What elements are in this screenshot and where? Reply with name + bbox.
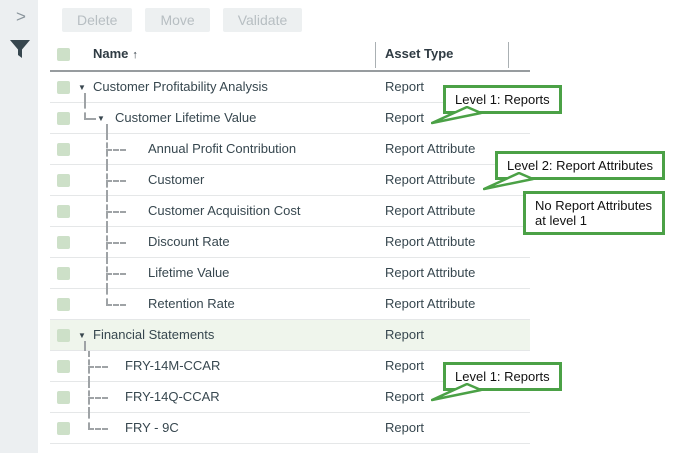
table-row[interactable]: FRY - 9C Report	[50, 413, 530, 444]
row-checkbox[interactable]	[57, 143, 70, 156]
callout-tail	[431, 106, 483, 125]
column-header-asset-type[interactable]: Asset Type	[385, 46, 453, 61]
row-checkbox[interactable]	[57, 81, 70, 94]
table-row[interactable]: Customer Report Attribute	[50, 165, 530, 196]
row-name-label: FRY - 9C	[125, 413, 179, 443]
move-button[interactable]: Move	[145, 8, 209, 32]
toolbar: Delete Move Validate	[62, 8, 302, 32]
sidebar-expand-icon[interactable]: >	[11, 6, 31, 28]
tree-connector-line	[84, 93, 86, 103]
column-resize-handle[interactable]	[375, 42, 376, 68]
expand-arrow-icon[interactable]: ▼	[78, 331, 86, 340]
tree-connector-line	[106, 304, 126, 306]
row-checkbox[interactable]	[57, 236, 70, 249]
expand-arrow-icon[interactable]: ▼	[78, 83, 86, 92]
row-asset-type: Report	[385, 413, 424, 443]
filter-sidebar: >	[0, 0, 38, 453]
table-row[interactable]: Lifetime Value Report Attribute	[50, 258, 530, 289]
row-checkbox[interactable]	[57, 422, 70, 435]
tree-connector-line	[88, 366, 108, 368]
row-asset-type: Report	[385, 72, 424, 102]
row-name-label: Customer Lifetime Value	[115, 103, 256, 133]
callout-text: Level 2: Report Attributes	[507, 158, 653, 173]
sort-ascending-icon: ↑	[132, 49, 138, 61]
row-asset-type: Report Attribute	[385, 165, 475, 195]
column-resize-handle[interactable]	[508, 42, 509, 68]
row-asset-type: Report Attribute	[385, 227, 475, 257]
row-name-label: Lifetime Value	[148, 258, 229, 288]
row-name-label: Annual Profit Contribution	[148, 134, 296, 164]
callout: Level 1: Reports	[443, 362, 562, 391]
callout-text: Level 1: Reports	[455, 92, 550, 107]
table-row[interactable]: Discount Rate Report Attribute	[50, 227, 530, 258]
delete-button[interactable]: Delete	[62, 8, 132, 32]
row-checkbox[interactable]	[57, 391, 70, 404]
row-asset-type: Report Attribute	[385, 196, 475, 226]
row-name-label: FRY-14Q-CCAR	[125, 382, 220, 412]
row-checkbox[interactable]	[57, 205, 70, 218]
row-asset-type: Report	[385, 320, 424, 350]
callout-tail	[431, 383, 483, 402]
row-name-label: Customer Profitability Analysis	[93, 72, 268, 102]
tree-connector-line	[84, 341, 86, 351]
expand-arrow-icon[interactable]: ▼	[97, 114, 105, 123]
row-checkbox[interactable]	[57, 267, 70, 280]
callout: No Report Attributes at level 1	[523, 191, 665, 235]
row-asset-type: Report	[385, 103, 424, 133]
filter-icon[interactable]	[8, 37, 32, 61]
column-name-label: Name	[93, 46, 128, 61]
row-asset-type: Report Attribute	[385, 134, 475, 164]
row-asset-type: Report Attribute	[385, 289, 475, 319]
tree-connector-line	[106, 211, 126, 213]
table-row[interactable]: Customer Acquisition Cost Report Attribut…	[50, 196, 530, 227]
tree-connector-line	[106, 149, 126, 151]
tree-connector-line	[84, 103, 86, 118]
row-name-label: FRY-14M-CCAR	[125, 351, 220, 381]
callout-text: No Report Attributes at level 1	[535, 198, 652, 228]
tree-connector-line	[88, 397, 108, 399]
row-name-label: Retention Rate	[148, 289, 235, 319]
row-name-label: Financial Statements	[93, 320, 214, 350]
tree-connector-line	[106, 180, 126, 182]
select-all-checkbox[interactable]	[57, 48, 70, 61]
callout: Level 2: Report Attributes	[495, 151, 665, 180]
tree-connector-line	[106, 289, 108, 304]
row-checkbox[interactable]	[57, 174, 70, 187]
tree-connector-line	[106, 124, 108, 134]
callout-text: Level 1: Reports	[455, 369, 550, 384]
table-row[interactable]: Retention Rate Report Attribute	[50, 289, 530, 320]
tree-connector-line	[88, 428, 108, 430]
row-name-label: Customer Acquisition Cost	[148, 196, 300, 226]
tree-connector-line	[106, 273, 126, 275]
callout-tail	[483, 172, 535, 191]
row-name-label: Discount Rate	[148, 227, 230, 257]
row-checkbox[interactable]	[57, 298, 70, 311]
tree-connector-line	[84, 118, 96, 120]
row-name-label: Customer	[148, 165, 204, 195]
row-checkbox[interactable]	[57, 329, 70, 342]
row-asset-type: Report Attribute	[385, 258, 475, 288]
row-asset-type: Report	[385, 382, 424, 412]
row-checkbox[interactable]	[57, 360, 70, 373]
callout: Level 1: Reports	[443, 85, 562, 114]
validate-button[interactable]: Validate	[223, 8, 303, 32]
app-window: > Delete Move Validate Name↑ Asset Type …	[0, 0, 700, 453]
table-row[interactable]: Annual Profit Contribution Report Attribu…	[50, 134, 530, 165]
tree-connector-line	[88, 413, 90, 428]
table-header: Name ↑ Asset Type	[50, 40, 530, 72]
column-header-name[interactable]: Name ↑	[93, 46, 138, 61]
row-checkbox[interactable]	[57, 112, 70, 125]
table-row[interactable]: ▼ Financial Statements Report	[50, 320, 530, 351]
row-asset-type: Report	[385, 351, 424, 381]
tree-connector-line	[106, 242, 126, 244]
